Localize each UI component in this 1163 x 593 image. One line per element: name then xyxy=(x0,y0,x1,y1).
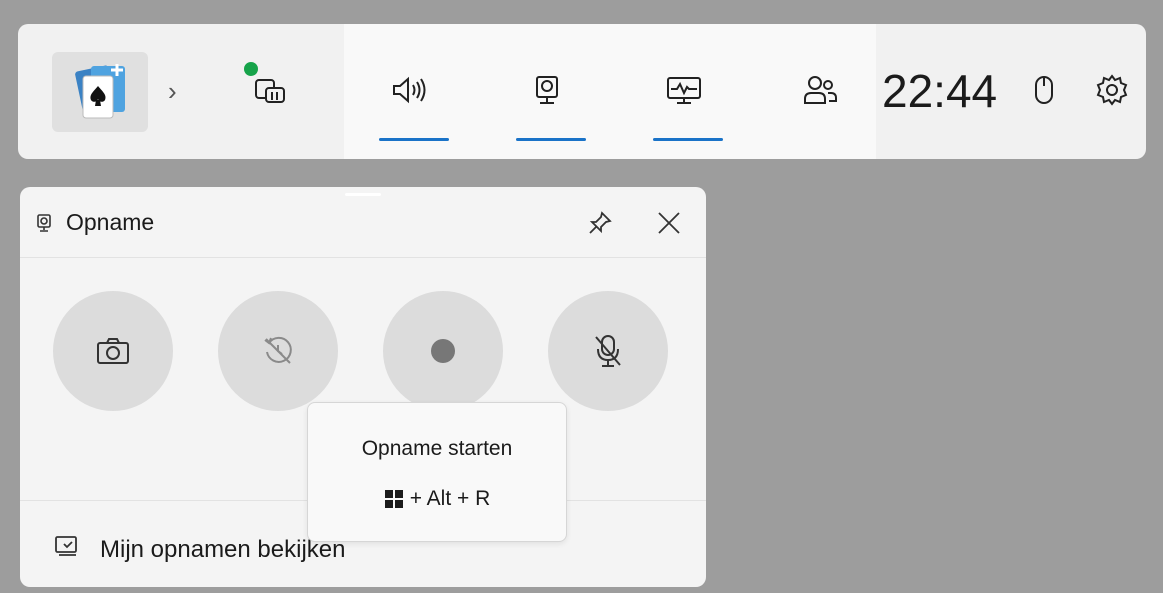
record-last-icon xyxy=(264,336,292,364)
audio-active-indicator xyxy=(379,138,449,141)
start-recording-tooltip: Opname starten + Alt + R xyxy=(307,402,567,542)
tooltip-shortcut: + Alt + R xyxy=(308,487,566,511)
settings-icon[interactable] xyxy=(1090,68,1134,112)
performance-active-indicator xyxy=(653,138,723,141)
close-button[interactable] xyxy=(651,205,687,241)
app-icon-button[interactable] xyxy=(52,52,148,132)
expand-chevron-icon[interactable]: › xyxy=(168,76,177,107)
widget-icon[interactable] xyxy=(248,68,292,112)
capture-active-indicator xyxy=(516,138,586,141)
social-icon[interactable] xyxy=(798,68,842,112)
capture-icon[interactable] xyxy=(525,68,569,112)
windows-key-icon xyxy=(384,490,403,508)
shortcut-keys: + Alt + R xyxy=(409,487,491,510)
gallery-icon xyxy=(55,536,77,556)
screenshot-button[interactable] xyxy=(53,291,173,411)
game-bar-topbar: › 22:44 xyxy=(18,24,1146,159)
camera-icon xyxy=(97,338,129,364)
performance-icon[interactable] xyxy=(662,68,706,112)
capture-icon xyxy=(37,214,51,232)
audio-icon[interactable] xyxy=(388,68,432,112)
panel-header: Opname xyxy=(20,187,706,258)
mouse-icon[interactable] xyxy=(1022,68,1066,112)
mic-off-icon xyxy=(595,335,621,367)
solitaire-app-icon xyxy=(75,64,125,119)
mic-toggle-button[interactable] xyxy=(548,291,668,411)
record-last-button[interactable] xyxy=(218,291,338,411)
tooltip-title: Opname starten xyxy=(361,437,513,460)
close-icon xyxy=(658,212,680,234)
record-dot-icon xyxy=(431,339,455,363)
panel-title: Opname xyxy=(66,209,155,235)
pin-button[interactable] xyxy=(582,205,618,241)
clock: 22:44 xyxy=(882,65,998,117)
start-recording-button[interactable] xyxy=(383,291,503,411)
gallery-link-label: Mijn opnamen bekijken xyxy=(100,536,346,563)
pin-icon xyxy=(589,211,612,234)
